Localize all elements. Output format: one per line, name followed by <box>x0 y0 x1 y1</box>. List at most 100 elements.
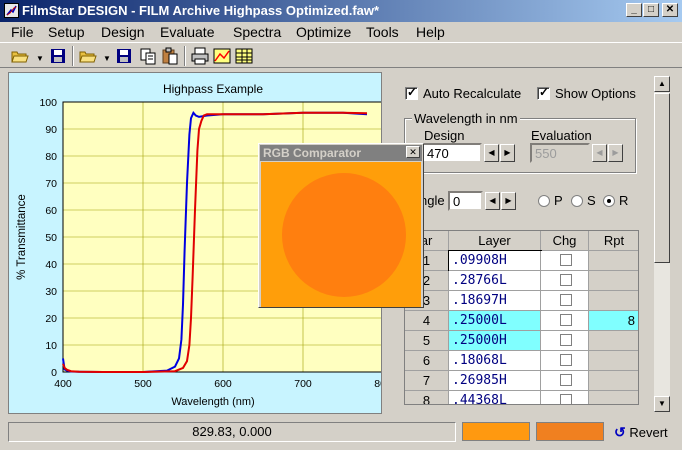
auto-recalculate-label[interactable]: Auto Recalculate <box>423 86 521 101</box>
chg-checkbox[interactable] <box>560 254 572 266</box>
evaluation-wavelength-input[interactable]: 550 <box>530 143 590 163</box>
chg-checkbox[interactable] <box>560 394 572 404</box>
row-number[interactable]: 8 <box>405 391 449 404</box>
layer-cell[interactable]: .18697H <box>449 291 541 311</box>
angle-decrement-button[interactable]: ◀ <box>485 192 500 210</box>
y-tick-label: 20 <box>45 313 57 325</box>
column-header-layer[interactable]: Layer <box>449 231 541 251</box>
rpt-cell[interactable]: 8 <box>589 311 638 331</box>
copy-icon[interactable] <box>138 46 158 66</box>
chg-checkbox[interactable] <box>560 274 572 286</box>
chg-cell[interactable] <box>541 331 589 351</box>
evaluation-decrement-button[interactable]: ◀ <box>592 144 607 162</box>
polarization-r-label[interactable]: R <box>619 193 628 208</box>
minimize-button[interactable]: _ <box>626 3 642 17</box>
polarization-p-radio[interactable] <box>538 195 550 207</box>
rpt-cell[interactable] <box>589 391 638 404</box>
row-number[interactable]: 5 <box>405 331 449 351</box>
polarization-s-radio[interactable] <box>571 195 583 207</box>
column-header-rpt[interactable]: Rpt <box>589 231 638 251</box>
menu-file[interactable]: File <box>11 24 34 40</box>
chg-checkbox[interactable] <box>560 314 572 326</box>
open-folder-icon[interactable] <box>10 46 30 66</box>
chg-cell[interactable] <box>541 311 589 331</box>
layer-cell[interactable]: .44368L <box>449 391 541 404</box>
menu-help[interactable]: Help <box>416 24 445 40</box>
layers-table[interactable]: ar Layer Chg Rpt 1.09908H 2.28766L 3.18697… <box>404 230 639 405</box>
chg-cell[interactable] <box>541 391 589 404</box>
menu-bar: File Setup Design Evaluate Spectra Optim… <box>0 22 682 42</box>
row-number[interactable]: 4 <box>405 311 449 331</box>
close-icon[interactable]: ✕ <box>406 146 420 158</box>
chg-cell[interactable] <box>541 271 589 291</box>
wavelength-group-title: Wavelength in nm <box>412 111 520 126</box>
scroll-up-button[interactable]: ▲ <box>654 76 670 92</box>
rpt-cell[interactable] <box>589 331 638 351</box>
y-tick-label: 100 <box>39 97 57 109</box>
close-button[interactable]: ✕ <box>662 3 678 17</box>
chg-checkbox[interactable] <box>560 354 572 366</box>
rgb-comparator-window[interactable]: RGB Comparator ✕ <box>258 143 424 308</box>
polarization-s-label[interactable]: S <box>587 193 596 208</box>
auto-recalculate-checkbox[interactable] <box>405 85 418 100</box>
design-increment-button[interactable]: ▶ <box>500 144 515 162</box>
rpt-cell[interactable] <box>589 251 638 271</box>
chevron-down-icon[interactable]: ▼ <box>103 54 111 63</box>
scroll-down-button[interactable]: ▼ <box>654 396 670 412</box>
save-icon[interactable] <box>48 46 68 66</box>
y-tick-label: 60 <box>45 205 57 217</box>
vertical-scrollbar[interactable]: ▲ ▼ <box>654 76 670 412</box>
paste-icon[interactable] <box>160 46 180 66</box>
menu-tools[interactable]: Tools <box>366 24 399 40</box>
app-icon[interactable] <box>4 3 19 18</box>
evaluation-increment-button[interactable]: ▶ <box>608 144 623 162</box>
open-folder-icon[interactable] <box>78 46 98 66</box>
menu-setup[interactable]: Setup <box>48 24 85 40</box>
design-decrement-button[interactable]: ◀ <box>484 144 499 162</box>
layer-cell[interactable]: .18068L <box>449 351 541 371</box>
save-icon[interactable] <box>114 46 134 66</box>
chg-checkbox[interactable] <box>560 374 572 386</box>
row-number[interactable]: 7 <box>405 371 449 391</box>
revert-button[interactable]: ↺ Revert <box>614 424 668 442</box>
x-tick-label: 800 <box>374 378 381 390</box>
scroll-thumb[interactable] <box>654 93 670 263</box>
chg-cell[interactable] <box>541 291 589 311</box>
row-number[interactable]: 6 <box>405 351 449 371</box>
chg-cell[interactable] <box>541 251 589 271</box>
x-tick-label: 700 <box>294 378 312 390</box>
show-options-label[interactable]: Show Options <box>555 86 636 101</box>
chart-icon[interactable] <box>212 46 232 66</box>
show-options-checkbox[interactable] <box>537 85 550 100</box>
chg-checkbox[interactable] <box>560 294 572 306</box>
angle-increment-button[interactable]: ▶ <box>501 192 516 210</box>
menu-design[interactable]: Design <box>101 24 145 40</box>
print-icon[interactable] <box>190 46 210 66</box>
table-icon[interactable] <box>234 46 254 66</box>
chg-cell[interactable] <box>541 371 589 391</box>
x-tick-label: 500 <box>134 378 152 390</box>
rpt-cell[interactable] <box>589 351 638 371</box>
chg-cell[interactable] <box>541 351 589 371</box>
layer-cell[interactable]: .25000H <box>449 331 541 351</box>
rpt-cell[interactable] <box>589 271 638 291</box>
layer-cell[interactable]: .09908H <box>448 250 542 272</box>
rpt-cell[interactable] <box>589 371 638 391</box>
rpt-cell[interactable] <box>589 291 638 311</box>
rgb-comparator-title[interactable]: RGB Comparator <box>260 145 422 161</box>
column-header-chg[interactable]: Chg <box>541 231 589 251</box>
maximize-button[interactable]: □ <box>643 3 659 17</box>
polarization-r-radio[interactable] <box>603 195 615 207</box>
menu-optimize[interactable]: Optimize <box>296 24 351 40</box>
menu-evaluate[interactable]: Evaluate <box>160 24 214 40</box>
menu-spectra[interactable]: Spectra <box>233 24 281 40</box>
chg-checkbox[interactable] <box>560 334 572 346</box>
layer-cell[interactable]: .25000L <box>449 311 541 331</box>
design-wavelength-input[interactable]: 470 <box>422 143 482 163</box>
layer-cell[interactable]: .28766L <box>449 271 541 291</box>
angle-input[interactable]: 0 <box>448 191 483 211</box>
layer-cell[interactable]: .26985H <box>449 371 541 391</box>
polarization-p-label[interactable]: P <box>554 193 563 208</box>
rgb-outer-swatch <box>261 162 421 307</box>
chevron-down-icon[interactable]: ▼ <box>36 54 44 63</box>
